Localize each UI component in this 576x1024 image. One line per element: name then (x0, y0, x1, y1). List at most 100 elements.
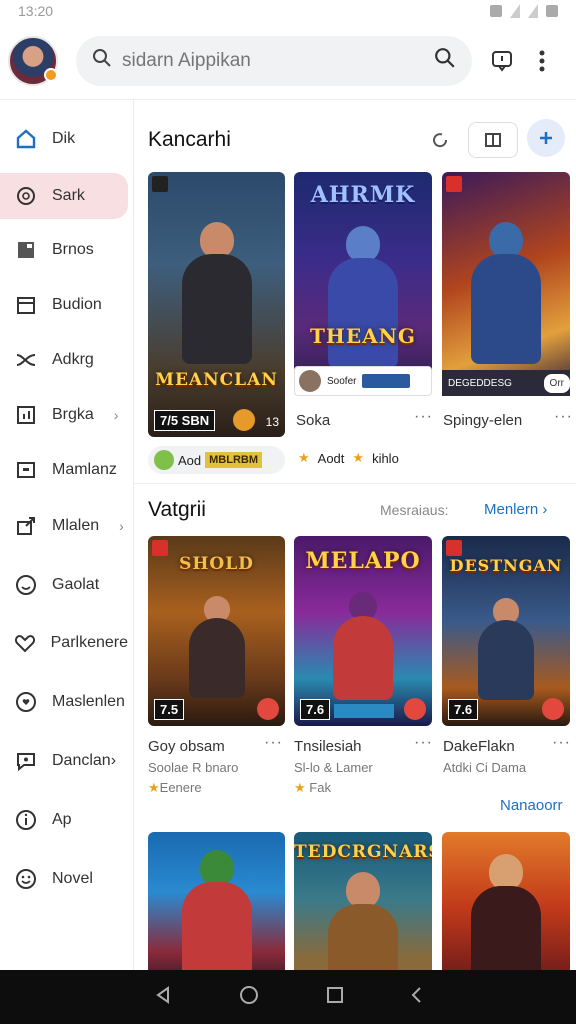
hero-figure (188, 596, 245, 698)
more-options-icon[interactable]: ··· (552, 734, 571, 752)
rating-badge: 7.6 (448, 699, 479, 720)
sidebar-item-label: Gaolat (52, 576, 100, 593)
system-nav-bar (0, 970, 576, 1024)
search-input[interactable] (122, 49, 424, 72)
sidebar-item-adkrg[interactable]: Adkrg (0, 337, 128, 383)
sidebar-item-label: Novel (52, 870, 93, 887)
share-icon (14, 514, 38, 538)
refresh-button[interactable] (421, 121, 459, 159)
sidebar-item-budion[interactable]: Budion (0, 282, 128, 328)
notification-icon (490, 5, 502, 17)
publisher-label: Soofer (327, 375, 357, 387)
star-icon: ★ (148, 780, 160, 795)
game-card[interactable]: MEANCLAN 7/5 SBN 13 (148, 172, 285, 437)
game-cover-art (442, 172, 570, 394)
sidebar-item-mamlanz[interactable]: Mamlanz (0, 447, 128, 493)
cover-title: MEANCLAN (155, 370, 278, 390)
add-button[interactable] (527, 119, 565, 157)
game-cover-art: AHRMK THEANG (294, 172, 432, 394)
recents-icon[interactable] (326, 986, 344, 1009)
rating-label: Aodt (317, 450, 345, 466)
sidebar-item-label: Danclan› (52, 752, 117, 769)
game-name: Spingy-elen (443, 412, 523, 429)
badge-chip[interactable]: Aod MBLRBM (148, 446, 285, 474)
discount-icon (257, 698, 279, 720)
sidebar-item-novel[interactable]: Novel (0, 856, 128, 902)
main-content: Kancarhi MEANCLAN 7/5 SBN 13 AHRMK THEAN… (134, 100, 576, 970)
home-icon (14, 127, 38, 151)
cover-title: DESTNGAN (449, 556, 563, 575)
rating-badge: 7.6 (300, 699, 331, 720)
more-options-icon[interactable]: ··· (264, 734, 283, 752)
tag-icon (446, 176, 462, 192)
search-icon (14, 184, 38, 208)
badge-icon (154, 450, 174, 470)
game-card[interactable]: MELAPO 7.6 (294, 536, 432, 726)
game-card[interactable]: TEDCRGNARS (294, 832, 432, 970)
more-menu-button[interactable] (522, 41, 562, 81)
sidebar-item-gaolat[interactable]: Gaolat (0, 562, 128, 608)
search-submit-icon[interactable] (434, 47, 456, 74)
rating-row: ★ Aodt ★ kihlo (298, 450, 399, 466)
sidebar-item-label: Parlkenere (50, 634, 128, 651)
game-card[interactable] (442, 832, 570, 970)
game-card[interactable] (442, 172, 570, 394)
hero-figure (478, 598, 534, 700)
more-options-icon[interactable]: ··· (414, 734, 433, 752)
search-box[interactable] (76, 35, 472, 86)
game-card[interactable]: SHOLD 7.5 (148, 536, 285, 726)
plus-icon (540, 132, 552, 144)
chevron-right-icon: › (119, 518, 124, 534)
calendar-icon (14, 293, 38, 317)
game-cover-art: DESTNGAN 7.6 (442, 536, 570, 726)
heart-icon (14, 631, 37, 655)
game-subtitle: Sl-lo & Lamer (294, 760, 373, 775)
more-options-icon[interactable]: ··· (414, 408, 433, 426)
rating-label: kihlo (372, 450, 399, 466)
sidebar-item-ap[interactable]: Ap (0, 797, 128, 843)
tv-icon (14, 458, 38, 482)
sidebar-item-label: Brnos (52, 241, 94, 258)
sidebar-item-label: Mlalen (52, 517, 100, 534)
game-cover-art (442, 832, 570, 970)
more-options-icon[interactable]: ··· (554, 408, 573, 426)
discount-icon (542, 698, 564, 720)
star-icon: ★ (294, 780, 306, 795)
filter-label[interactable]: Mesraiaus: (380, 502, 448, 518)
sidebar-item-maslenlen[interactable]: Maslenlen (0, 679, 128, 725)
game-name: Soka (296, 412, 331, 429)
feedback-button[interactable] (482, 41, 522, 81)
count-label: 13 (265, 415, 279, 429)
game-card[interactable] (148, 832, 285, 970)
more-vertical-icon (539, 50, 545, 71)
chevron-left-icon[interactable] (409, 986, 423, 1009)
cover-title: SHOLD (179, 554, 254, 574)
meta-label: Fak (309, 780, 331, 795)
box-icon (485, 133, 501, 147)
sidebar-item-home[interactable]: Dik (0, 116, 128, 162)
back-icon[interactable] (153, 985, 173, 1010)
wifi-icon (528, 4, 538, 18)
grid-view-button[interactable] (468, 122, 518, 158)
smile-icon (14, 867, 38, 891)
sidebar-item-brgka[interactable]: Brgka › (0, 392, 128, 438)
avatar[interactable] (8, 35, 58, 86)
game-meta: ★Eenere (148, 780, 202, 796)
sidebar-item-mlalen[interactable]: Mlalen › (0, 503, 128, 549)
sidebar-item-danclan[interactable]: Danclan› (0, 738, 128, 784)
more-link[interactable]: Nanaoorr (500, 797, 563, 814)
game-subtitle: Soolae R bnaro (148, 760, 239, 775)
see-more-link[interactable]: Menlern › (484, 501, 547, 518)
game-card[interactable]: AHRMK THEANG (294, 172, 432, 394)
home-button-icon[interactable] (238, 984, 260, 1011)
message-icon (14, 749, 38, 773)
sidebar-item-search[interactable]: Sark (0, 173, 128, 219)
sidebar-item-parlkenere[interactable]: Parlkenere (0, 620, 128, 666)
section-title: Vatgrii (148, 498, 206, 521)
square-icon (14, 238, 38, 262)
game-card[interactable]: DESTNGAN 7.6 (442, 536, 570, 726)
signal-icon (510, 4, 520, 18)
face-icon (14, 573, 38, 597)
sidebar-item-brnos[interactable]: Brnos (0, 227, 128, 273)
publisher-logo (362, 374, 411, 388)
